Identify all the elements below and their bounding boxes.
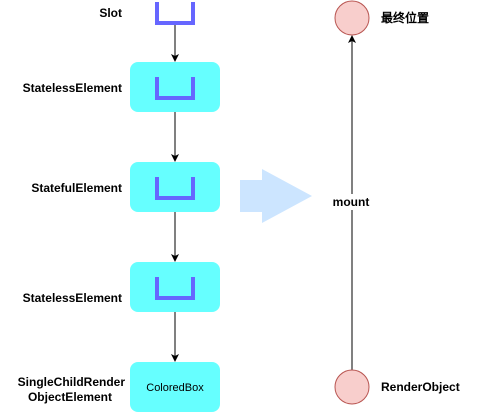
node-singlechild: ColoredBox [130, 362, 220, 412]
node-label-stateful: StatefulElement [31, 181, 122, 195]
node-label-singlechild-1: SingleChildRender [18, 375, 126, 389]
node-stateless-1 [130, 62, 220, 112]
final-position-label: 最终位置 [381, 10, 429, 25]
slot-label: Slot [99, 6, 122, 20]
node-label-stateless-2: StatelessElement [23, 291, 122, 305]
node-label-singlechild-2: ObjectElement [28, 390, 112, 404]
colored-box-text: ColoredBox [146, 382, 204, 394]
node-label-stateless-1: StatelessElement [23, 81, 122, 95]
slot-icon [155, 2, 195, 25]
mount-label: mount [333, 195, 370, 209]
final-position-circle [334, 0, 370, 36]
renderobject-circle [334, 369, 370, 405]
node-stateful [130, 162, 220, 212]
node-stateless-2 [130, 262, 220, 312]
big-arrow-icon [240, 169, 312, 223]
renderobject-label: RenderObject [381, 380, 460, 394]
diagram: Slot StatelessElement StatefulElement St… [18, 0, 460, 412]
